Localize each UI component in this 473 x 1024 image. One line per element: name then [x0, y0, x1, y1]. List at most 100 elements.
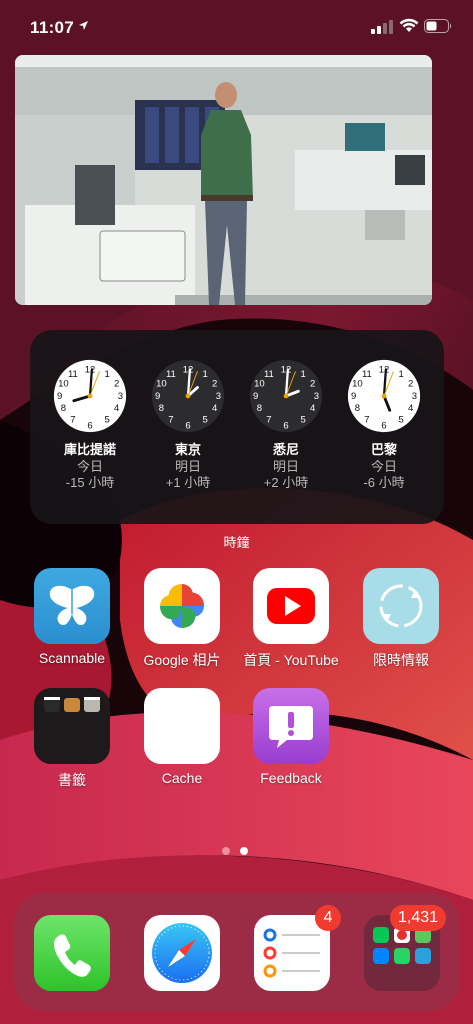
svg-text:3: 3 — [314, 391, 319, 402]
svg-text:5: 5 — [202, 415, 207, 426]
svg-text:6: 6 — [185, 420, 190, 431]
svg-text:3: 3 — [216, 391, 221, 402]
app-feedback[interactable]: Feedback — [236, 688, 346, 786]
feedback-icon — [253, 688, 329, 764]
svg-text:4: 4 — [408, 403, 413, 414]
phone-app[interactable] — [34, 915, 110, 991]
svg-text:1: 1 — [104, 369, 109, 380]
svg-text:1: 1 — [202, 369, 207, 380]
svg-text:11: 11 — [362, 369, 372, 380]
svg-text:9: 9 — [155, 391, 160, 402]
svg-text:10: 10 — [58, 379, 69, 390]
svg-text:9: 9 — [351, 391, 356, 402]
svg-text:4: 4 — [212, 403, 217, 414]
app-label: 限時情報 — [373, 652, 429, 668]
svg-text:6: 6 — [381, 420, 386, 431]
scannable-icon — [34, 568, 110, 644]
svg-text:11: 11 — [68, 369, 78, 380]
svg-text:1: 1 — [398, 369, 403, 380]
svg-text:2: 2 — [212, 379, 217, 390]
svg-text:8: 8 — [257, 403, 262, 414]
svg-text:7: 7 — [168, 415, 173, 426]
phone-icon — [54, 934, 91, 977]
clock-day: 明日 — [272, 459, 299, 474]
compass-icon — [152, 923, 212, 983]
app-label: 首頁 - YouTube — [243, 652, 339, 668]
svg-text:6: 6 — [87, 420, 92, 431]
svg-text:8: 8 — [61, 403, 66, 414]
svg-text:6: 6 — [283, 420, 288, 431]
pip-video[interactable] — [15, 55, 432, 305]
app-cache[interactable]: Cache — [127, 688, 237, 786]
svg-text:4: 4 — [310, 403, 315, 414]
google-photos-icon — [144, 568, 220, 644]
clock-offset: +2 小時 — [263, 475, 309, 490]
svg-text:5: 5 — [300, 415, 305, 426]
svg-text:11: 11 — [264, 369, 274, 380]
svg-text:5: 5 — [398, 415, 403, 426]
app-label: Google 相片 — [143, 652, 221, 668]
svg-text:8: 8 — [159, 403, 164, 414]
clock-city: 悉尼 — [272, 442, 299, 457]
status-bar: 11:07 — [0, 0, 473, 56]
cellular-signal-icon — [371, 20, 393, 34]
app-label: Feedback — [260, 770, 322, 786]
youtube-icon — [253, 568, 329, 644]
dock: 4 1,431 — [14, 893, 460, 1011]
app-limited[interactable]: 限時情報 — [346, 568, 456, 670]
clock-face-icon: 12 1 2 3 4 5 6 7 8 9 10 11 — [53, 359, 127, 433]
svg-text:9: 9 — [253, 391, 258, 402]
app-label: Cache — [161, 770, 203, 786]
clock-face-icon: 12 1 2 3 4 5 6 7 8 9 10 11 — [249, 359, 323, 433]
svg-text:9: 9 — [57, 391, 62, 402]
svg-text:4: 4 — [114, 403, 119, 414]
page-dot-active — [240, 847, 248, 855]
svg-text:7: 7 — [266, 415, 271, 426]
cache-icon — [144, 688, 220, 764]
svg-text:1: 1 — [300, 369, 305, 380]
reminders-badge: 4 — [315, 905, 341, 931]
clock-item: 12 1 2 3 4 5 6 7 8 9 10 11 庫比提諾 今日 -15 小… — [44, 358, 136, 491]
svg-text:12: 12 — [281, 364, 292, 375]
wifi-icon — [399, 18, 419, 32]
status-time: 11:07 — [30, 18, 75, 37]
svg-text:8: 8 — [355, 403, 360, 414]
clock-face-icon: 12 1 2 3 4 5 6 7 8 9 10 11 — [347, 359, 421, 433]
page-dot — [222, 847, 230, 855]
svg-text:3: 3 — [412, 391, 417, 402]
svg-text:3: 3 — [118, 391, 123, 402]
clock-item: 12 1 2 3 4 5 6 7 8 9 10 11 巴黎 今日 -6 小時 — [338, 358, 430, 491]
svg-text:10: 10 — [156, 379, 167, 390]
video-frame — [15, 55, 432, 305]
clock-item: 12 1 2 3 4 5 6 7 8 9 10 11 東京 明日 +1 小時 — [142, 358, 234, 491]
clock-offset: -6 小時 — [363, 475, 405, 490]
clock-city: 巴黎 — [370, 442, 397, 457]
svg-text:2: 2 — [310, 379, 315, 390]
app-bookmarks-folder[interactable]: 書籤 — [17, 688, 127, 790]
app-youtube[interactable]: 首頁 - YouTube — [236, 568, 346, 670]
location-arrow-icon — [79, 21, 88, 30]
svg-text:10: 10 — [254, 379, 265, 390]
clock-day: 明日 — [174, 459, 201, 474]
safari-app[interactable] — [144, 915, 220, 991]
page-indicator[interactable] — [222, 842, 258, 860]
widget-label: 時鐘 — [223, 535, 250, 550]
app-scannable[interactable]: Scannable — [17, 568, 127, 666]
svg-text:10: 10 — [352, 379, 363, 390]
app-label: Scannable — [38, 650, 106, 666]
clock-city: 庫比提諾 — [63, 442, 116, 457]
refresh-circle-icon — [363, 568, 439, 644]
svg-text:2: 2 — [408, 379, 413, 390]
folder-icon — [34, 688, 110, 764]
clock-face-icon: 12 1 2 3 4 5 6 7 8 9 10 11 — [151, 359, 225, 433]
svg-text:2: 2 — [114, 379, 119, 390]
app-google-photos[interactable]: Google 相片 — [127, 568, 237, 670]
folder-badge: 1,431 — [390, 905, 447, 931]
svg-text:12: 12 — [183, 364, 194, 375]
svg-text:12: 12 — [85, 364, 96, 375]
clock-offset: -15 小時 — [65, 475, 115, 490]
clock-offset: +1 小時 — [165, 475, 211, 490]
clock-city: 東京 — [174, 442, 201, 457]
world-clock-widget[interactable]: 12 1 2 3 4 5 6 7 8 9 10 11 庫比提諾 今日 -15 小… — [30, 330, 444, 524]
clock-day: 今日 — [76, 459, 103, 474]
